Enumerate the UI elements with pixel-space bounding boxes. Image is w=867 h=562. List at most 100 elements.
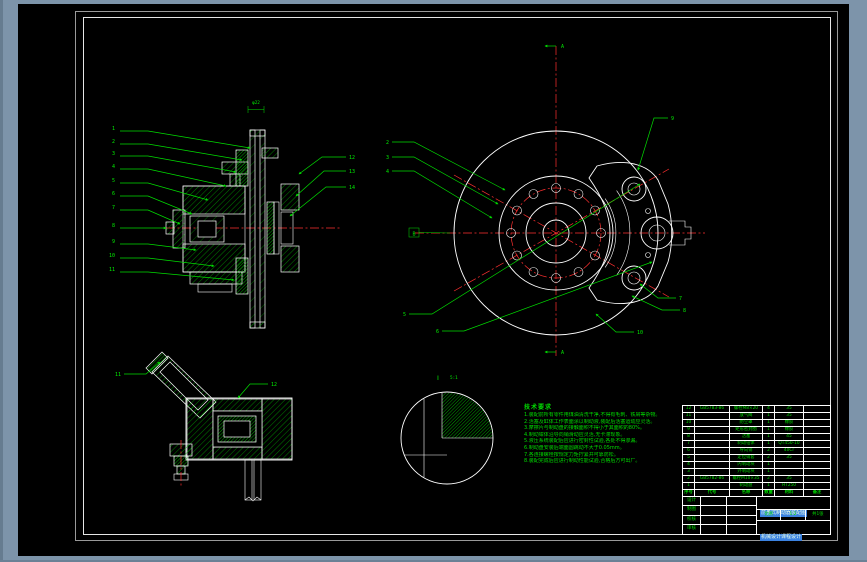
bom-cell: 1 xyxy=(763,462,775,469)
centerline xyxy=(453,174,670,298)
cylinder-body xyxy=(185,397,293,461)
datum-symbol: B xyxy=(408,227,451,238)
bom-row: 5 定位销套 2 35 xyxy=(683,455,830,462)
balloon-number: 1 xyxy=(112,126,115,132)
datum-label: B xyxy=(412,232,415,238)
bom-cell: 名称 xyxy=(730,490,763,497)
front-view: A A B 2 3 4 5 6 7 8 9 10 xyxy=(386,44,705,356)
bom-cell: 5 xyxy=(683,455,695,462)
balloon-number: 3 xyxy=(112,151,115,157)
tech-notes-line: 8.装配完成后应进行制动性能试验,合格后方可出厂。 xyxy=(524,458,641,465)
bom-row: 8 活塞 1 45 xyxy=(683,434,830,441)
disc-strip xyxy=(244,459,262,502)
bom-cell: 35 xyxy=(775,413,804,420)
bottom-section-view: 11 12 xyxy=(115,351,293,502)
info-cell-empty xyxy=(727,497,757,507)
dim-text: φ22 xyxy=(252,100,260,106)
bom-cell: QT450-10 xyxy=(775,441,804,448)
bom-cell: 6 xyxy=(683,448,695,455)
bom-cell xyxy=(804,441,830,448)
tech-notes-line: 1.装配前所有零件用煤油清洗干净,不得有毛刺、铁屑等杂物。 xyxy=(524,412,661,418)
bom-cell: 2 xyxy=(683,476,695,483)
bom-cell: 11 xyxy=(683,413,695,420)
info-cell-empty xyxy=(701,497,727,507)
bom-cell xyxy=(695,427,730,434)
balloon-number: 12 xyxy=(271,382,277,388)
bom-row: 6 导向销 2 40Cr xyxy=(683,448,830,455)
balloon-number: 5 xyxy=(403,312,406,318)
bom-cell: 1 xyxy=(763,413,775,420)
bom-cell: 防尘罩 xyxy=(730,420,763,427)
organization: 机械设计课程设计 xyxy=(760,533,803,541)
bom-row: 1 制动盘 1 HT250 xyxy=(683,483,830,490)
bom-cell xyxy=(695,462,730,469)
bom-cell: 材料 xyxy=(775,490,804,497)
sheet-count: 共1张 xyxy=(812,512,824,517)
bom-cell xyxy=(804,427,830,434)
balloon-number: 12 xyxy=(349,155,355,161)
title-block: 12 GB5783-86 螺栓M8×20 4 35 11 放气阀 1 35 10 防尘罩 1 橡胶 9 矩形… xyxy=(682,405,831,541)
info-cell-empty xyxy=(727,515,757,525)
bom-cell: 矩形密封圈 xyxy=(730,427,763,434)
bom-cell: 内制动块 xyxy=(730,462,763,469)
section-arrows: A A xyxy=(544,44,564,356)
balloon-number: 3 xyxy=(386,155,389,161)
bom-row: 10 防尘罩 1 橡胶 xyxy=(683,420,830,427)
tech-notes-line: 5.液压系统装配后应进行密封性试验,各处不得渗漏。 xyxy=(524,438,641,445)
info-cell-empty xyxy=(727,506,757,516)
bom-cell: 螺栓M8×20 xyxy=(730,406,763,413)
balloon-number: 10 xyxy=(637,330,643,336)
bom-cell: 序号 xyxy=(683,490,695,497)
bom-cell: 导向销 xyxy=(730,448,763,455)
bom-cell: 9 xyxy=(683,427,695,434)
title-block-mid: 比例 1:2 共1张 xyxy=(757,510,830,521)
balloon-number: 8 xyxy=(112,223,115,229)
bom-cell: 1 xyxy=(683,483,695,490)
balloon-number: 9 xyxy=(671,116,674,122)
tech-notes-line: 3.摩擦片与制动盘的接触面积不得小于其面积的80%。 xyxy=(524,425,645,432)
balloon-number: 6 xyxy=(436,329,439,335)
balloon-number: 2 xyxy=(112,139,115,145)
bom-cell: 1 xyxy=(763,420,775,427)
bom-cell: 1 xyxy=(763,483,775,490)
dimension: φ22 xyxy=(247,100,265,113)
bom-cell: 1 xyxy=(763,441,775,448)
bom-cell xyxy=(804,476,830,483)
bom-cell xyxy=(695,483,730,490)
bom-cell: 4 xyxy=(763,406,775,413)
detail-scale: 5:1 xyxy=(450,375,458,381)
bom-cell: GB5783-86 xyxy=(695,406,730,413)
section-view: φ22 1 2 3 4 5 6 7 8 9 10 11 12 13 14 xyxy=(109,100,355,329)
bom-row: 3 外制动块 1 xyxy=(683,469,830,476)
bom-row: 11 放气阀 1 35 xyxy=(683,413,830,420)
bom-cell: 螺栓M10×35 xyxy=(730,476,763,483)
bom-cell: 橡胶 xyxy=(775,420,804,427)
bom-cell: 定位销套 xyxy=(730,455,763,462)
leader-lines xyxy=(392,117,680,333)
balloon-number: 4 xyxy=(386,169,389,175)
balloon-number: 11 xyxy=(115,372,121,378)
bom-cell xyxy=(804,448,830,455)
balloon-number: 8 xyxy=(683,308,686,314)
bom-cell: 12 xyxy=(683,406,695,413)
bom-header-row: 序号 代号 名称 数量 材料 备注 xyxy=(683,490,830,497)
bom-cell: 4 xyxy=(683,462,695,469)
bom-cell xyxy=(695,441,730,448)
bom-cell: 代号 xyxy=(695,490,730,497)
bom-cell xyxy=(695,469,730,476)
bom-cell: 制动钳体 xyxy=(730,441,763,448)
info-cell-empty xyxy=(701,515,727,525)
bom-row: 7 制动钳体 1 QT450-10 xyxy=(683,441,830,448)
disc-cross-section xyxy=(249,129,266,329)
tech-notes-line: 2.活塞及缸体工作表面涂以制动液,装配后活塞运动应灵活。 xyxy=(524,418,656,425)
detail-view: I 5:1 xyxy=(400,374,494,485)
bom-cell: 1 xyxy=(763,427,775,434)
bom-cell: 数量 xyxy=(763,490,775,497)
bom-cell xyxy=(695,448,730,455)
balloon-number: 9 xyxy=(112,239,115,245)
bom-cell xyxy=(804,462,830,469)
bom-cell: 活塞 xyxy=(730,434,763,441)
balloon-number: 10 xyxy=(109,253,115,259)
bom-cell: 45 xyxy=(775,434,804,441)
info-label: 审核 xyxy=(683,524,701,534)
